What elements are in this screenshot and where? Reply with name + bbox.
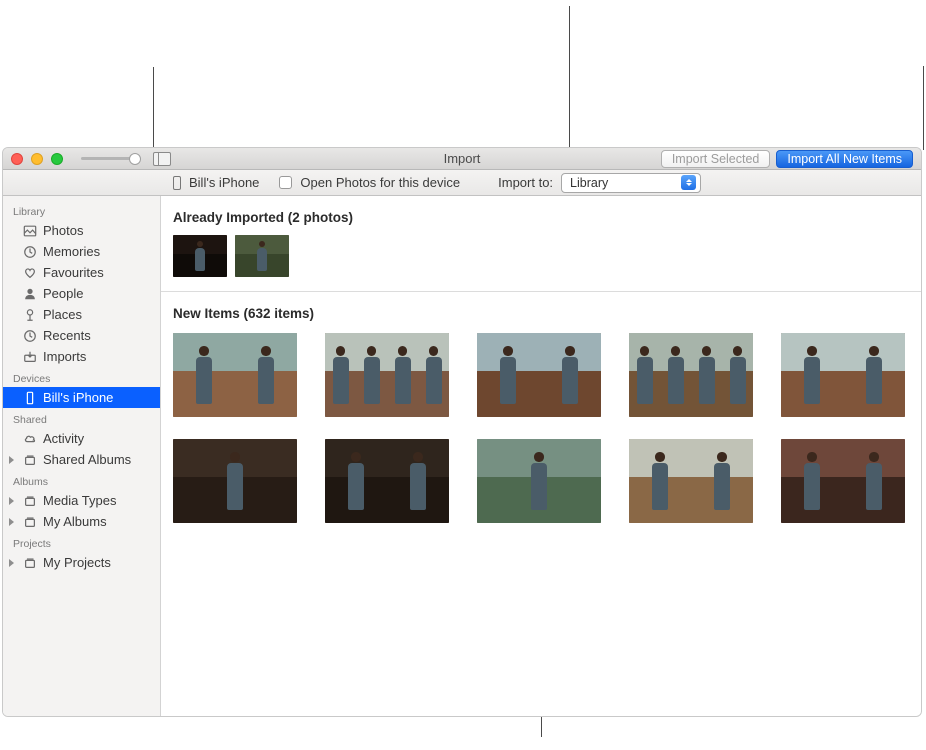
sidebar-item-label: Photos	[43, 223, 83, 238]
sidebar-item-media-types[interactable]: Media Types	[3, 490, 160, 511]
close-window-button[interactable]	[11, 153, 23, 165]
sidebar-section-projects: Projects	[3, 532, 160, 552]
photo-thumbnail[interactable]	[629, 439, 753, 523]
photo-thumbnail[interactable]	[173, 333, 297, 417]
sidebar-item-label: Activity	[43, 431, 84, 446]
app-window: Import Import Selected Import All New It…	[2, 147, 922, 717]
content-area: Already Imported (2 photos) New Items (6…	[161, 196, 921, 716]
sidebar-section-shared: Shared	[3, 408, 160, 428]
sidebar-section-devices: Devices	[3, 367, 160, 387]
popup-caret-icon	[681, 175, 696, 190]
sidebar-section-albums: Albums	[3, 470, 160, 490]
new-items-thumbs	[173, 333, 909, 523]
disclosure-triangle-icon[interactable]	[9, 518, 14, 526]
sidebar-item-label: My Albums	[43, 514, 107, 529]
callout-line	[923, 66, 924, 150]
section-divider	[161, 291, 921, 292]
disclosure-triangle-icon[interactable]	[9, 456, 14, 464]
sidebar-item-memories[interactable]: Memories	[3, 241, 160, 262]
new-items-heading: New Items (632 items)	[173, 306, 909, 321]
sidebar-item-shared-albums[interactable]: Shared Albums	[3, 449, 160, 470]
clock-icon	[23, 245, 37, 259]
open-photos-checkbox[interactable]	[279, 176, 292, 189]
sidebar-item-label: Favourites	[43, 265, 104, 280]
sidebar-item-places[interactable]: Places	[3, 304, 160, 325]
sidebar-item-label: Shared Albums	[43, 452, 131, 467]
sidebar-item-photos[interactable]: Photos	[3, 220, 160, 241]
album-stack-icon	[23, 494, 37, 508]
sidebar-item-my-albums[interactable]: My Albums	[3, 511, 160, 532]
album-stack-icon	[23, 453, 37, 467]
photo-thumbnail[interactable]	[235, 235, 289, 277]
minimize-window-button[interactable]	[31, 153, 43, 165]
import-to-popup[interactable]: Library	[561, 173, 701, 193]
photo-thumbnail[interactable]	[173, 439, 297, 523]
import-to-label: Import to:	[498, 175, 553, 190]
sidebar-item-label: Media Types	[43, 493, 116, 508]
pin-icon	[23, 308, 37, 322]
titlebar: Import Import Selected Import All New It…	[3, 148, 921, 170]
sidebar-item-label: My Projects	[43, 555, 111, 570]
photo-thumbnail[interactable]	[781, 333, 905, 417]
disclosure-triangle-icon[interactable]	[9, 497, 14, 505]
photo-thumbnail[interactable]	[477, 439, 601, 523]
album-stack-icon	[23, 556, 37, 570]
thumbnail-zoom-slider[interactable]	[81, 152, 141, 166]
disclosure-triangle-icon[interactable]	[9, 559, 14, 567]
already-imported-thumbs	[173, 235, 909, 277]
album-stack-icon	[23, 515, 37, 529]
sidebar-item-label: Bill's iPhone	[43, 390, 113, 405]
device-name-label: Bill's iPhone	[189, 175, 259, 190]
window-controls	[11, 153, 63, 165]
sidebar-item-favourites[interactable]: Favourites	[3, 262, 160, 283]
sidebar-section-library: Library	[3, 200, 160, 220]
sidebar-item-activity[interactable]: Activity	[3, 428, 160, 449]
import-icon	[23, 350, 37, 364]
import-all-button[interactable]: Import All New Items	[776, 150, 913, 168]
zoom-window-button[interactable]	[51, 153, 63, 165]
toggle-sidebar-button[interactable]	[153, 152, 171, 166]
photo-thumbnail[interactable]	[325, 333, 449, 417]
photo-thumbnail[interactable]	[629, 333, 753, 417]
open-photos-label: Open Photos for this device	[300, 175, 460, 190]
person-icon	[23, 287, 37, 301]
sidebar-item-label: Recents	[43, 328, 91, 343]
sidebar-item-device[interactable]: Bill's iPhone	[3, 387, 160, 408]
import-subtoolbar: Bill's iPhone Open Photos for this devic…	[3, 170, 921, 196]
sidebar-item-label: Places	[43, 307, 82, 322]
sidebar-item-label: Memories	[43, 244, 100, 259]
clock-icon	[23, 329, 37, 343]
photo-thumbnail[interactable]	[477, 333, 601, 417]
device-icon	[173, 176, 181, 190]
sidebar-item-my-projects[interactable]: My Projects	[3, 552, 160, 573]
device-icon	[23, 391, 37, 405]
photo-thumbnail[interactable]	[781, 439, 905, 523]
import-selected-button[interactable]: Import Selected	[661, 150, 771, 168]
photos-icon	[23, 224, 37, 238]
sidebar-item-recents[interactable]: Recents	[3, 325, 160, 346]
photo-thumbnail[interactable]	[325, 439, 449, 523]
import-to-value: Library	[570, 176, 608, 190]
cloud-icon	[23, 432, 37, 446]
sidebar-item-label: Imports	[43, 349, 86, 364]
sidebar-item-imports[interactable]: Imports	[3, 346, 160, 367]
sidebar-item-label: People	[43, 286, 83, 301]
already-imported-heading: Already Imported (2 photos)	[173, 210, 909, 225]
sidebar-item-people[interactable]: People	[3, 283, 160, 304]
photo-thumbnail[interactable]	[173, 235, 227, 277]
heart-icon	[23, 266, 37, 280]
sidebar: Library Photos Memories Favourites Peopl…	[3, 196, 161, 716]
